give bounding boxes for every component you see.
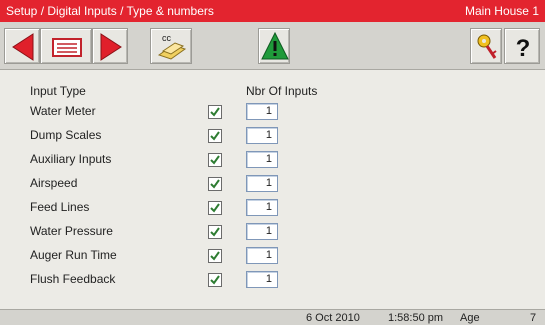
login-button[interactable] [470, 28, 502, 64]
previous-button[interactable] [4, 28, 40, 64]
input-type-label: Water Meter [30, 104, 96, 118]
input-type-label: Auger Run Time [30, 248, 117, 262]
alarm-button[interactable] [258, 28, 290, 64]
checkmark-icon [210, 179, 220, 189]
enabled-checkbox[interactable] [208, 273, 222, 287]
enabled-checkbox[interactable] [208, 105, 222, 119]
status-date: 6 Oct 2010 [306, 312, 360, 324]
menu-button[interactable] [40, 28, 92, 64]
nbr-of-inputs-field[interactable]: 1 [246, 151, 278, 168]
checkmark-icon [210, 227, 220, 237]
nbr-of-inputs-field[interactable]: 1 [246, 199, 278, 216]
key-icon [477, 34, 497, 59]
input-type-label: Auxiliary Inputs [30, 152, 112, 166]
status-bar: 6 Oct 2010 1:58:50 pm Age 7 [0, 309, 545, 325]
nbr-of-inputs-field[interactable]: 1 [246, 175, 278, 192]
enabled-checkbox[interactable] [208, 201, 222, 215]
checkmark-icon [210, 107, 220, 117]
enabled-checkbox[interactable] [208, 153, 222, 167]
enabled-checkbox[interactable] [208, 225, 222, 239]
nbr-of-inputs-header: Nbr Of Inputs [246, 84, 318, 98]
copy-button[interactable]: cc [150, 28, 192, 64]
input-type-label: Airspeed [30, 176, 78, 190]
list-icon [52, 38, 82, 57]
input-type-label: Dump Scales [30, 128, 102, 142]
input-type-label: Feed Lines [30, 200, 90, 214]
toolbar: cc ? [0, 22, 545, 70]
enabled-checkbox[interactable] [208, 249, 222, 263]
checkmark-icon [210, 203, 220, 213]
left-arrow-icon [12, 33, 34, 61]
checkmark-icon [210, 155, 220, 165]
next-button[interactable] [92, 28, 128, 64]
status-time: 1:58:50 pm [388, 312, 444, 324]
warning-icon [261, 31, 289, 60]
help-button[interactable]: ? [504, 28, 540, 64]
right-arrow-icon [100, 33, 122, 61]
status-age-value: 7 [530, 312, 537, 324]
enabled-checkbox[interactable] [208, 177, 222, 191]
checkmark-icon [210, 251, 220, 261]
input-type-header: Input Type [30, 84, 86, 98]
nbr-of-inputs-field[interactable]: 1 [246, 247, 278, 264]
help-icon: ? [516, 35, 531, 62]
location-label: Main House 1 [464, 4, 539, 18]
enabled-checkbox[interactable] [208, 129, 222, 143]
status-age-label: Age [460, 312, 480, 324]
checkmark-icon [210, 131, 220, 141]
nbr-of-inputs-field[interactable]: 1 [246, 103, 278, 120]
input-type-label: Flush Feedback [30, 272, 116, 286]
nbr-of-inputs-field[interactable]: 1 [246, 127, 278, 144]
input-type-label: Water Pressure [30, 224, 113, 238]
breadcrumb: Setup / Digital Inputs / Type & numbers [6, 4, 214, 18]
cc-copy-icon: cc [157, 33, 187, 60]
cc-icon-text: cc [162, 33, 172, 43]
help-icon-text: ? [516, 35, 531, 62]
nbr-of-inputs-field[interactable]: 1 [246, 271, 278, 288]
checkmark-icon [210, 275, 220, 285]
title-bar: Setup / Digital Inputs / Type & numbers … [0, 0, 545, 22]
nbr-of-inputs-field[interactable]: 1 [246, 223, 278, 240]
